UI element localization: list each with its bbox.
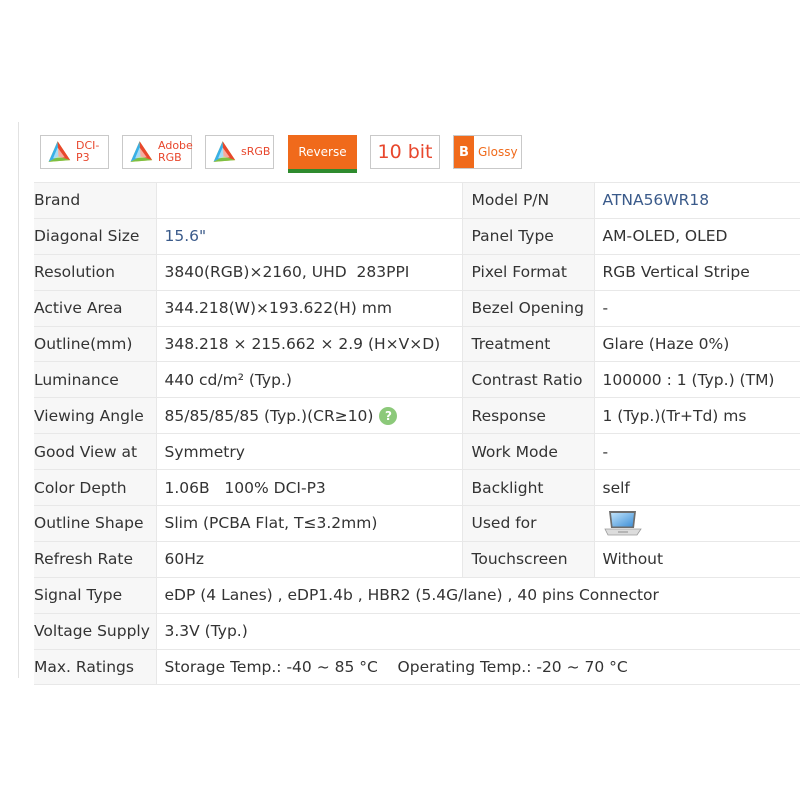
table-row: Resolution 3840(RGB)×2160, UHD 283PPI Pi…	[34, 254, 800, 291]
reverse-badge: Reverse	[288, 135, 357, 173]
refresh-rate-label: Refresh Rate	[34, 541, 156, 578]
table-row: Max. Ratings Storage Temp.: -40 ~ 85 °C …	[34, 649, 800, 686]
response-value: 1 (Typ.)(Tr+Td) ms	[593, 397, 800, 435]
brand-label: Brand	[34, 182, 156, 219]
help-icon[interactable]: ?	[379, 407, 398, 426]
diagonal-link[interactable]: 15.6"	[165, 227, 207, 245]
table-row: Active Area 344.218(W)×193.622(H) mm Bez…	[34, 290, 800, 327]
reverse-label: Reverse	[298, 145, 347, 159]
bezel-opening-value: -	[593, 290, 800, 327]
touchscreen-label: Touchscreen	[461, 541, 594, 578]
used-for-label: Used for	[461, 505, 594, 542]
glossy-mark-icon: B	[454, 136, 474, 168]
color-gamut-icon	[213, 141, 236, 162]
glossy-label: Glossy	[478, 145, 518, 159]
adobe-rgb-line2: RGB	[158, 151, 182, 164]
good-view-label: Good View at	[34, 433, 156, 471]
voltage-supply-value: 3.3V (Typ.)	[155, 613, 800, 650]
signal-type-value: eDP (4 Lanes) , eDP1.4b , HBR2 (5.4G/lan…	[155, 577, 800, 614]
backlight-label: Backlight	[461, 469, 594, 507]
table-row: Diagonal Size 15.6" Panel Type AM-OLED, …	[34, 218, 800, 255]
table-row: Refresh Rate 60Hz Touchscreen Without	[34, 541, 800, 578]
srgb-label: sRGB	[241, 145, 271, 158]
outline-shape-label: Outline Shape	[34, 505, 156, 542]
panel-type-label: Panel Type	[461, 218, 594, 255]
glossy-badge: B Glossy	[453, 135, 522, 169]
diagonal-label: Diagonal Size	[34, 218, 156, 255]
dci-p3-label: DCI-P3	[76, 139, 100, 164]
adobe-rgb-label: Adobe RGB	[158, 140, 193, 164]
voltage-supply-label: Voltage Supply	[34, 613, 156, 650]
work-mode-value: -	[593, 433, 800, 471]
table-row: Voltage Supply 3.3V (Typ.)	[34, 613, 800, 650]
pixel-format-value: RGB Vertical Stripe	[593, 254, 800, 291]
resolution-value: 3840(RGB)×2160, UHD 283PPI	[155, 254, 462, 291]
viewing-angle-value: 85/85/85/85 (Typ.)(CR≥10)	[164, 406, 374, 425]
max-ratings-label: Max. Ratings	[34, 649, 156, 686]
table-row: Viewing Angle 85/85/85/85 (Typ.)(CR≥10)?…	[34, 397, 800, 435]
table-row: Brand Model P/N ATNA56WR18	[34, 182, 800, 219]
table-row: Signal Type eDP (4 Lanes) , eDP1.4b , HB…	[34, 577, 800, 614]
brand-value	[155, 182, 462, 219]
response-label: Response	[461, 397, 594, 435]
work-mode-label: Work Mode	[461, 433, 594, 471]
dci-p3-badge: DCI-P3	[40, 135, 109, 169]
color-depth-label: Color Depth	[34, 469, 156, 507]
table-row: Luminance 440 cd/m² (Typ.) Contrast Rati…	[34, 361, 800, 399]
spec-panel: DCI-P3 Adobe RGB sRGB Reverse 10 bit B G…	[18, 122, 800, 686]
panel-type-value: AM-OLED, OLED	[593, 218, 800, 255]
active-area-value: 344.218(W)×193.622(H) mm	[155, 290, 462, 327]
laptop-icon	[603, 511, 642, 536]
treatment-label: Treatment	[461, 326, 594, 363]
signal-type-label: Signal Type	[34, 577, 156, 614]
used-for-value	[593, 505, 800, 542]
ten-bit-badge: 10 bit	[370, 135, 440, 169]
good-view-value: Symmetry	[155, 433, 462, 471]
contrast-value: 100000 : 1 (Typ.) (TM)	[593, 361, 800, 399]
table-row: Color Depth 1.06B 100% DCI-P3 Backlight …	[34, 469, 800, 507]
contrast-label: Contrast Ratio	[461, 361, 594, 399]
max-ratings-value: Storage Temp.: -40 ~ 85 °C Operating Tem…	[155, 649, 800, 686]
active-area-label: Active Area	[34, 290, 156, 327]
outline-shape-value: Slim (PCBA Flat, T≤3.2mm)	[155, 505, 462, 542]
spec-table: Brand Model P/N ATNA56WR18 Diagonal Size…	[34, 182, 800, 686]
table-row: Good View at Symmetry Work Mode -	[34, 433, 800, 471]
touchscreen-value: Without	[593, 541, 800, 578]
pixel-format-label: Pixel Format	[461, 254, 594, 291]
viewing-angle-cell: 85/85/85/85 (Typ.)(CR≥10)?	[155, 397, 462, 435]
feature-badges: DCI-P3 Adobe RGB sRGB Reverse 10 bit B G…	[40, 135, 740, 175]
adobe-rgb-badge: Adobe RGB	[122, 135, 193, 169]
model-link[interactable]: ATNA56WR18	[603, 191, 710, 209]
srgb-badge: sRGB	[205, 135, 274, 169]
outline-label: Outline(mm)	[34, 326, 156, 363]
ten-bit-label: 10 bit	[377, 141, 433, 163]
color-depth-value: 1.06B 100% DCI-P3	[155, 469, 462, 507]
treatment-value: Glare (Haze 0%)	[593, 326, 800, 363]
table-row: Outline Shape Slim (PCBA Flat, T≤3.2mm) …	[34, 505, 800, 542]
color-gamut-icon	[48, 141, 71, 162]
bezel-opening-label: Bezel Opening	[461, 290, 594, 327]
luminance-value: 440 cd/m² (Typ.)	[155, 361, 462, 399]
refresh-rate-value: 60Hz	[155, 541, 462, 578]
viewing-angle-label: Viewing Angle	[34, 397, 156, 435]
outline-value: 348.218 × 215.662 × 2.9 (H×V×D)	[155, 326, 462, 363]
resolution-label: Resolution	[34, 254, 156, 291]
model-label: Model P/N	[461, 182, 594, 219]
luminance-label: Luminance	[34, 361, 156, 399]
table-row: Outline(mm) 348.218 × 215.662 × 2.9 (H×V…	[34, 326, 800, 363]
backlight-value: self	[593, 469, 800, 507]
color-gamut-icon	[130, 141, 153, 162]
